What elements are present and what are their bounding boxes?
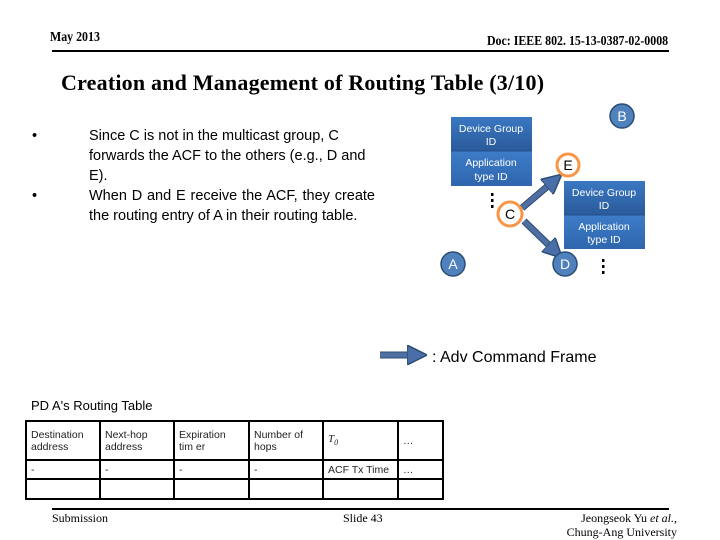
footer-submission: Submission [52,511,109,525]
table-cell [397,478,444,500]
author-affiliation: Chung-Ang University [566,525,677,539]
legend-label: : Adv Command Frame [432,349,597,366]
node-c: C [496,200,524,228]
header-cell: T0 [322,420,399,461]
table-cell: - [25,459,101,480]
svg-text:E: E [563,157,572,173]
table-row [25,478,444,500]
routing-table-caption: PD A's Routing Table [31,398,153,413]
table-cell: ACF Tx Time [322,459,399,480]
footer-slide-number: Slide 43 [343,511,383,525]
info-box-left: Device Group ID Application type ID [451,117,532,186]
table-cell: - [173,459,250,480]
box-label: type ID [474,171,508,183]
svg-text:D: D [560,256,570,272]
table-cell [25,478,101,500]
node-b: B [609,103,635,129]
table-cell [248,478,324,500]
footer-divider [52,508,669,510]
box-label: ID [486,136,497,148]
box-label: Device Group [459,123,523,135]
table-cell [173,478,250,500]
ellipsis-vertical-icon [602,259,605,274]
header-cell: … [397,420,444,461]
header-cell: Destination address [25,420,101,461]
svg-text:B: B [617,108,626,124]
node-a: A [440,251,466,277]
table-cell: - [99,459,175,480]
box-label: ID [599,200,610,212]
author-etal: et al. [650,511,674,525]
header-cell: Number of hops [248,420,324,461]
header-cell: Next-hop address [99,420,175,461]
box-label: type ID [587,234,621,246]
table-cell [99,478,175,500]
table-cell: - [248,459,324,480]
arrow-c-to-d [522,219,556,252]
box-label: Device Group [572,187,636,199]
ellipsis-vertical-icon [491,193,494,208]
table-cell [322,478,399,500]
node-e: E [555,152,581,178]
table-header-row: Destination address Next-hop address Expir… [25,420,444,461]
info-box-right: Device Group ID Application type ID [564,181,645,249]
svg-text:C: C [505,206,515,222]
node-d: D [552,251,578,277]
footer-author: Jeongseok Yu et al., Chung-Ang Universit… [566,511,677,539]
table-row: - - - - ACF Tx Time … [25,459,444,480]
routing-table: Destination address Next-hop address Expir… [25,420,444,500]
svg-text:A: A [448,256,458,272]
header-cell: Expiration tim er [173,420,250,461]
author-name: Jeongseok Yu [581,511,650,525]
table-cell: … [397,459,444,480]
box-label: Application [578,221,630,233]
box-label: Application [465,157,517,169]
